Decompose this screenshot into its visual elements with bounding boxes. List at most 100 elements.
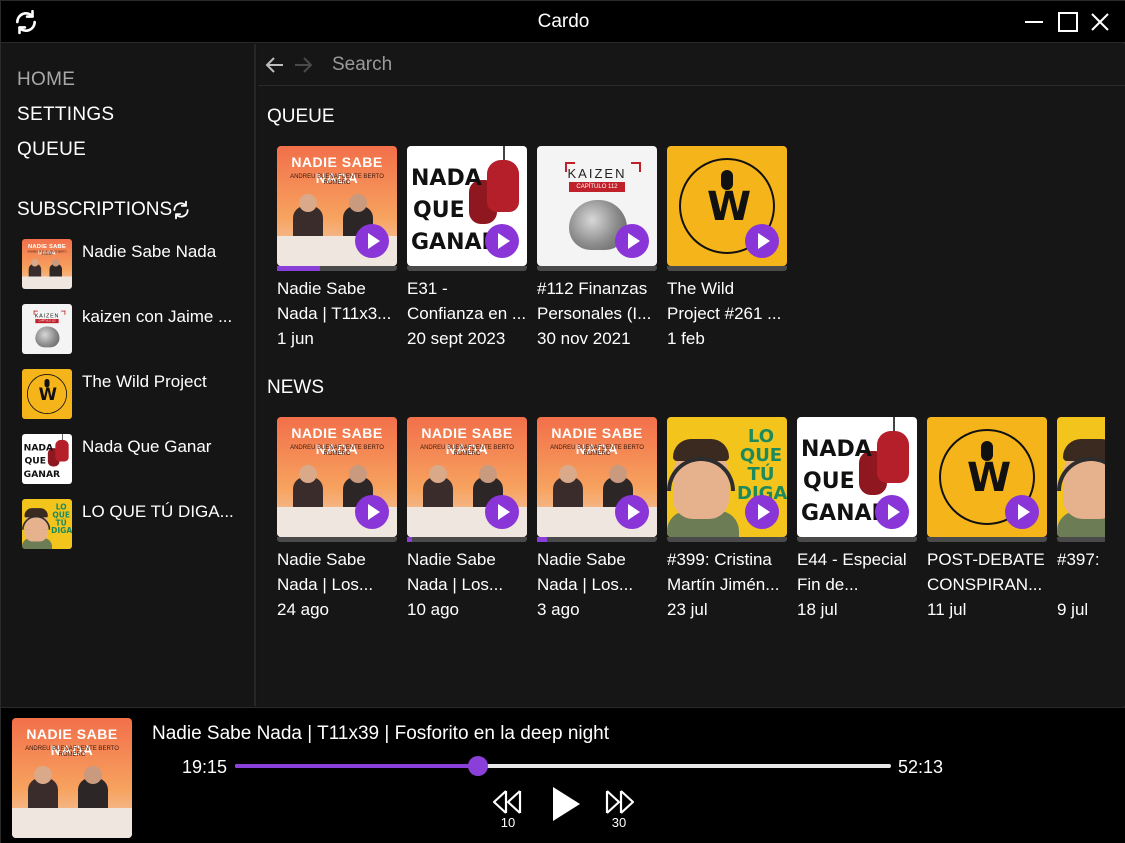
episode-title: E31 - Confianza en ... (407, 279, 527, 323)
episode-card[interactable]: NADIE SABE NADA ANDREU BUENAFUENTE BERTO … (277, 417, 397, 622)
app-window: Cardo HOME SETTINGS QUEUE SUBSCRIPTIONS … (0, 0, 1125, 843)
episode-date: 20 sept 2023 (407, 329, 506, 348)
episode-title: POST-DEBATE CONSPIRAN... (927, 550, 1045, 594)
episode-card[interactable]: W The Wild Project #261 ... 1 feb (667, 146, 787, 351)
artwork-title: NADA (411, 166, 482, 191)
artwork-figure (55, 439, 69, 462)
maximize-icon[interactable] (1057, 11, 1079, 33)
rewind-icon[interactable] (490, 788, 526, 816)
artwork-figure (84, 766, 102, 784)
close-icon[interactable] (1089, 11, 1111, 33)
play-icon[interactable] (875, 495, 909, 529)
play-icon[interactable] (615, 495, 649, 529)
episode-date: 18 jul (797, 600, 838, 619)
navigation-bar (258, 44, 1125, 86)
artwork-figure (34, 766, 52, 784)
subscription-item[interactable]: W The Wild Project (22, 369, 252, 419)
seek-thumb[interactable] (467, 756, 488, 776)
artwork-figure (487, 160, 519, 212)
play-icon[interactable] (485, 224, 519, 258)
episode-title: Nadie Sabe Nada | Los... (537, 550, 634, 594)
episode-progress (1057, 537, 1105, 542)
artwork-figure: W (966, 455, 1011, 501)
artwork-title: QUE (413, 198, 465, 223)
search-input[interactable] (324, 50, 724, 80)
refresh-icon[interactable] (171, 200, 191, 220)
subscription-item[interactable]: KAIZEN CAPÍTULO 112 kaizen con Jaime ... (22, 304, 252, 354)
episode-artwork: LO QUE TÚ DIGAS (667, 417, 787, 537)
episode-progress (277, 266, 397, 271)
subscription-item[interactable]: NADA QUE GANAR Nada Que Ganar (22, 434, 252, 484)
episode-date: 1 jun (277, 329, 314, 348)
episode-card[interactable]: NADIE SABE NADA ANDREU BUENAFUENTE BERTO … (537, 417, 657, 622)
play-icon[interactable] (485, 495, 519, 529)
episode-progress (797, 537, 917, 542)
play-icon[interactable] (1005, 495, 1039, 529)
episode-date: 3 ago (537, 600, 580, 619)
subscriptions-heading: SUBSCRIPTIONS (17, 199, 173, 220)
fast-forward-icon[interactable] (601, 788, 637, 816)
episode-date: 11 jul (927, 600, 967, 619)
minimize-icon[interactable] (1023, 11, 1045, 33)
artwork-title: LO QUE TÚ DIGAS (51, 502, 72, 536)
artwork-subtitle: CAPÍTULO 112 (35, 319, 59, 324)
episode-card[interactable]: W POST-DEBATE CONSPIRAN... 11 jul (927, 417, 1047, 622)
artwork-figure (349, 194, 367, 212)
artwork-figure: W (706, 184, 751, 230)
episode-card[interactable]: LO QUE TÚ DIGAS #397: Rellán 9 jul (1057, 417, 1105, 622)
play-icon[interactable] (355, 224, 389, 258)
episode-card[interactable]: NADIE SABE NADA ANDREU BUENAFUENTE BERTO … (277, 146, 397, 351)
nav-queue[interactable]: QUEUE (17, 139, 86, 161)
artwork-figure (429, 465, 447, 483)
subscription-thumbnail: KAIZEN CAPÍTULO 112 (22, 304, 72, 354)
episode-card[interactable]: KAIZEN CAPÍTULO 112 #112 Finanzas Personal… (537, 146, 657, 351)
artwork: W (22, 369, 72, 419)
subscription-item[interactable]: NADIE SABE NADA ANDREU BUENAFUENTE BERTO … (22, 239, 252, 289)
forward-arrow-icon[interactable] (292, 54, 314, 76)
episode-card[interactable]: NADA QUE GANAR E44 - Especial Fin de... 18 j… (797, 417, 917, 622)
play-icon[interactable] (745, 224, 779, 258)
artwork-figure (1057, 457, 1105, 491)
seek-bar[interactable] (235, 756, 891, 776)
artwork-subtitle: ANDREU BUENAFUENTE BERTO ROMERO (27, 250, 67, 256)
subscription-thumbnail: NADIE SABE NADA ANDREU BUENAFUENTE BERTO … (22, 239, 72, 289)
episode-card[interactable]: NADIE SABE NADA ANDREU BUENAFUENTE BERTO … (407, 417, 527, 622)
episode-title: #397: Rellán (1057, 550, 1105, 569)
artwork-figure (349, 465, 367, 483)
episode-card[interactable]: NADA QUE GANAR E31 - Confianza en ... 20 sep… (407, 146, 527, 351)
artwork-subtitle: ANDREU BUENAFUENTE BERTO ROMERO (25, 746, 119, 758)
nav-settings[interactable]: SETTINGS (17, 104, 114, 126)
artwork-title: QUE (803, 469, 855, 494)
subscription-thumbnail: LO QUE TÚ DIGAS (22, 499, 72, 549)
episode-card[interactable]: LO QUE TÚ DIGAS #399: Cristina Martín Jim… (667, 417, 787, 622)
artwork-figure: W (38, 384, 57, 404)
queue-heading: QUEUE (267, 106, 335, 127)
back-arrow-icon[interactable] (264, 54, 286, 76)
artwork-figure (22, 276, 72, 289)
play-icon[interactable] (547, 784, 583, 824)
artwork-figure (299, 465, 317, 483)
artwork-figure (31, 259, 39, 267)
nav-home[interactable]: HOME (17, 69, 75, 91)
subscription-name: LO QUE TÚ DIGA... (82, 502, 234, 521)
episode-title: Nadie Sabe Nada | T11x3... (277, 279, 392, 323)
subscription-item[interactable]: LO QUE TÚ DIGAS LO QUE TÚ DIGA... (22, 499, 252, 549)
play-icon[interactable] (745, 495, 779, 529)
artwork-subtitle: ANDREU BUENAFUENTE BERTO ROMERO (290, 445, 384, 457)
episode-progress-fill (277, 266, 321, 271)
episode-title: E44 - Especial Fin de... (797, 550, 907, 594)
artwork-title: NADA (801, 437, 872, 462)
skip-forward-label: 30 (611, 815, 627, 830)
episode-date: 23 jul (667, 600, 708, 619)
play-icon[interactable] (615, 224, 649, 258)
episode-artwork: W (667, 146, 787, 266)
artwork-subtitle: ANDREU BUENAFUENTE BERTO ROMERO (550, 445, 644, 457)
episode-artwork: NADIE SABE NADA ANDREU BUENAFUENTE BERTO … (277, 417, 397, 537)
current-time: 19:15 (182, 757, 228, 777)
episode-date: 10 ago (407, 600, 459, 619)
play-icon[interactable] (355, 495, 389, 529)
episode-artwork: KAIZEN CAPÍTULO 112 (537, 146, 657, 266)
episode-title: The Wild Project #261 ... (667, 279, 782, 323)
title-bar: Cardo (1, 1, 1125, 43)
episode-progress (277, 537, 397, 542)
